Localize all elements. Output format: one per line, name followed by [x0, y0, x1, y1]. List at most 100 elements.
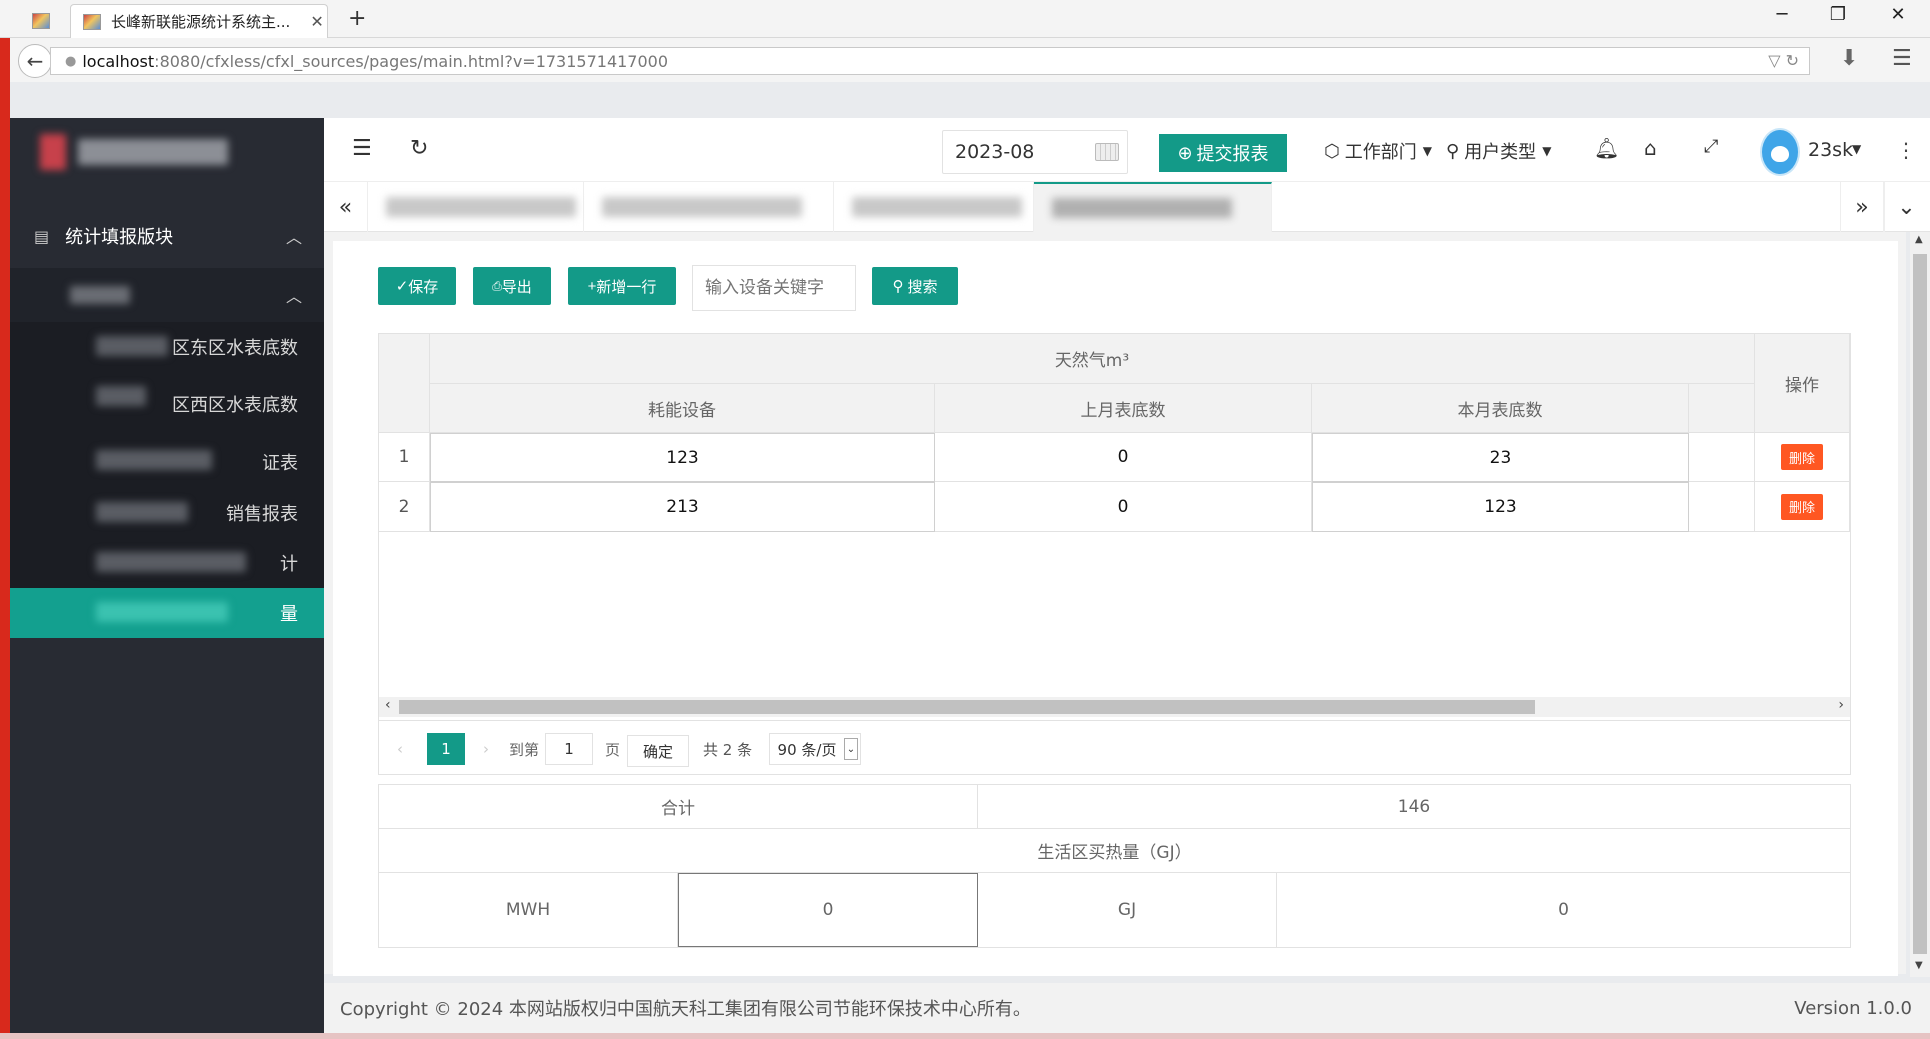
sidebar-item[interactable]: 区东区水表底数: [10, 322, 324, 372]
more-vertical-icon[interactable]: ⋮: [1896, 138, 1916, 162]
device-cell[interactable]: 123: [430, 433, 935, 482]
sidebar-item-label: 计: [280, 554, 298, 575]
tag-icon[interactable]: ⌂: [1644, 136, 1657, 160]
vertical-scrollbar[interactable]: ▲ ▼: [1910, 232, 1930, 977]
mwh-input[interactable]: 0: [678, 873, 978, 947]
page-tab-active[interactable]: [1034, 182, 1272, 232]
reload-icon[interactable]: ▽ ↻: [1768, 51, 1799, 70]
new-tab-button[interactable]: +: [348, 6, 366, 31]
sidebar-item[interactable]: 区西区水表底数: [10, 372, 324, 436]
download-icon[interactable]: ⬇: [1840, 46, 1858, 71]
bell-icon[interactable]: 🔔︎: [1594, 136, 1619, 160]
sidebar-item[interactable]: 销售报表: [10, 488, 324, 538]
tabs-menu-chevron-down-icon[interactable]: ⌄: [1884, 182, 1928, 232]
sidebar-item-label: 销售报表: [226, 504, 298, 525]
export-button[interactable]: ⎙ 导出: [473, 267, 551, 305]
device-search-input[interactable]: [692, 265, 856, 311]
next-page-icon[interactable]: ›: [483, 733, 489, 765]
browser-tab-pinned[interactable]: [20, 4, 64, 38]
page-tab[interactable]: [834, 182, 1034, 232]
sidebar-item-obscured: [96, 552, 246, 572]
sidebar-item[interactable]: 证表: [10, 436, 324, 488]
search-icon: ⚲: [892, 278, 904, 295]
sub-group-label: [70, 286, 130, 304]
scroll-up-icon[interactable]: ▲: [1915, 234, 1923, 245]
caret-down-icon[interactable]: ▼: [1852, 142, 1861, 156]
plus-circle-icon: ⊕: [1177, 142, 1193, 163]
table-row-filler: [1689, 482, 1755, 532]
page-size-select[interactable]: 90 条/页 ⌄: [769, 733, 861, 765]
site-favicon-icon: [32, 13, 50, 29]
tabs-scroll-left-icon[interactable]: «: [324, 182, 368, 232]
refresh-icon[interactable]: ↻: [410, 136, 428, 161]
add-row-button[interactable]: + 新增一行: [568, 267, 676, 305]
scrollbar-thumb[interactable]: [1913, 254, 1927, 954]
sub-menu-list: 区东区水表底数 区西区水表底数 证表 销售报表 计 量: [10, 322, 324, 638]
copyright-text: Copyright © 2024 本网站版权归中国航天科工集团有限公司节能环保技…: [340, 999, 1031, 1020]
this-month-cell[interactable]: 23: [1312, 433, 1689, 482]
sidebar-item-label: 证表: [262, 453, 298, 474]
page-tab[interactable]: [584, 182, 834, 232]
scrollbar-thumb[interactable]: [399, 700, 1535, 714]
user-type-dropdown[interactable]: ⚲ 用户类型 ▼: [1446, 138, 1551, 164]
sidebar-item-active[interactable]: 量: [10, 588, 324, 638]
sidebar-item-obscured: [96, 602, 228, 622]
page-current[interactable]: 1: [427, 733, 465, 765]
table-header-index: [379, 334, 430, 433]
taskbar-edge: [0, 1033, 1930, 1039]
window-restore-button[interactable]: ❐: [1818, 4, 1858, 25]
table-header-filler: [1689, 384, 1755, 433]
page-tab-label: [386, 197, 576, 217]
goto-confirm-button[interactable]: 确定: [627, 735, 689, 767]
scroll-right-icon[interactable]: ›: [1838, 697, 1844, 713]
this-month-cell[interactable]: 123: [1312, 482, 1689, 532]
last-month-cell: 0: [935, 482, 1312, 532]
page-tab-label: [602, 197, 802, 217]
window-close-button[interactable]: ✕: [1878, 4, 1918, 25]
table-header-last-month: 上月表底数: [935, 384, 1312, 433]
tab-close-icon[interactable]: ✕: [310, 12, 323, 31]
page-tab[interactable]: [368, 182, 584, 232]
sidebar-item[interactable]: 计: [10, 538, 324, 588]
tabs-scroll-right-icon[interactable]: »: [1840, 182, 1884, 232]
goto-page-input[interactable]: 1: [545, 733, 593, 765]
menu-group-stats[interactable]: ▤ 统计填报版块 ︿: [10, 204, 324, 268]
month-picker[interactable]: 2023-08: [942, 130, 1128, 174]
search-button[interactable]: ⚲ 搜索: [872, 267, 958, 305]
device-cell[interactable]: 213: [430, 482, 935, 532]
goto-label: 到第: [509, 740, 540, 759]
delete-button[interactable]: 删除: [1781, 444, 1823, 470]
scroll-left-icon[interactable]: ‹: [385, 697, 391, 713]
browser-menu-icon[interactable]: ☰: [1892, 46, 1912, 71]
dept-dropdown[interactable]: ⬡ 工作部门 ▼: [1324, 138, 1432, 164]
calendar-icon[interactable]: [1095, 143, 1119, 161]
avatar[interactable]: [1760, 128, 1800, 176]
submit-report-button[interactable]: ⊕ 提交报表: [1159, 134, 1287, 172]
table-header-group: 天然气m³: [430, 334, 1755, 384]
gj-label: GJ: [978, 873, 1277, 947]
collapse-sidebar-icon[interactable]: ☰: [352, 136, 372, 161]
delete-button[interactable]: 删除: [1781, 493, 1823, 520]
horizontal-scrollbar[interactable]: ‹ ›: [379, 697, 1850, 717]
back-arrow-icon[interactable]: ←: [18, 44, 52, 78]
sidebar-item-label: 区西区水表底数: [172, 395, 298, 416]
total-label: 合计: [379, 785, 978, 828]
logo-mark: [40, 134, 66, 170]
last-month-cell: 0: [935, 433, 1312, 482]
submit-report-label: 提交报表: [1196, 144, 1269, 164]
save-button[interactable]: ✓ 保存: [378, 267, 456, 305]
print-icon: ⎙: [492, 278, 502, 293]
plus-icon: +: [587, 277, 597, 295]
sidebar-item-obscured: [96, 336, 168, 356]
sub-menu-group[interactable]: ︿: [10, 268, 324, 322]
username[interactable]: 23sk: [1808, 139, 1853, 161]
url-host: localhost: [82, 51, 155, 71]
scroll-down-icon[interactable]: ▼: [1915, 960, 1923, 971]
prev-page-icon[interactable]: ‹: [397, 733, 403, 765]
chevron-down-icon: ⌄: [844, 738, 858, 760]
version-text: Version 1.0.0: [1794, 997, 1912, 1019]
fullscreen-icon[interactable]: ⤢: [1704, 136, 1718, 157]
browser-tab-active[interactable]: 长峰新联能源统计系统主... ✕: [70, 4, 328, 38]
url-field[interactable]: ● localhost :8080/cfxless/cfxl_sources/p…: [50, 47, 1810, 75]
window-minimize-button[interactable]: ─: [1762, 4, 1802, 25]
